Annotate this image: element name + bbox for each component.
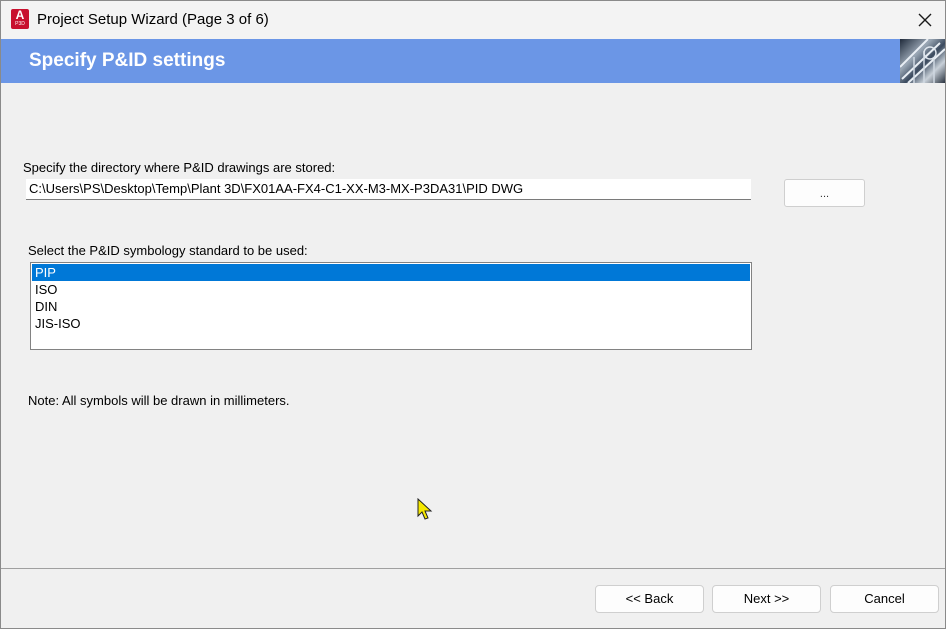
list-item-din[interactable]: DIN xyxy=(32,298,750,315)
directory-path-input[interactable]: C:\Users\PS\Desktop\Temp\Plant 3D\FX01AA… xyxy=(26,179,751,200)
page-banner: Specify P&ID settings xyxy=(1,39,945,83)
browse-button[interactable]: ... xyxy=(784,179,865,207)
banner-plant-image xyxy=(900,39,945,83)
units-note: Note: All symbols will be drawn in milli… xyxy=(28,393,290,408)
directory-label: Specify the directory where P&ID drawing… xyxy=(23,160,336,175)
window-title: Project Setup Wizard (Page 3 of 6) xyxy=(37,11,269,28)
footer-separator xyxy=(1,568,945,569)
title-bar: A P3D Project Setup Wizard (Page 3 of 6) xyxy=(1,1,945,39)
close-button[interactable] xyxy=(907,7,943,33)
list-item-jis-iso[interactable]: JIS-ISO xyxy=(32,315,750,332)
wizard-window: A P3D Project Setup Wizard (Page 3 of 6)… xyxy=(0,0,946,629)
symbology-label: Select the P&ID symbology standard to be… xyxy=(28,243,308,258)
close-icon xyxy=(918,13,932,27)
app-icon-letter: A xyxy=(15,8,25,22)
list-item-iso[interactable]: ISO xyxy=(32,281,750,298)
page-title: Specify P&ID settings xyxy=(29,50,226,71)
mouse-pointer-icon xyxy=(417,497,433,527)
cancel-button[interactable]: Cancel xyxy=(830,585,939,613)
next-button[interactable]: Next >> xyxy=(712,585,821,613)
back-button[interactable]: << Back xyxy=(595,585,704,613)
app-icon-subtext: P3D xyxy=(15,21,25,27)
autocad-plant3d-app-icon: A P3D xyxy=(11,8,29,29)
list-item-pip[interactable]: PIP xyxy=(32,264,750,281)
symbology-listbox[interactable]: PIP ISO DIN JIS-ISO xyxy=(30,262,752,350)
